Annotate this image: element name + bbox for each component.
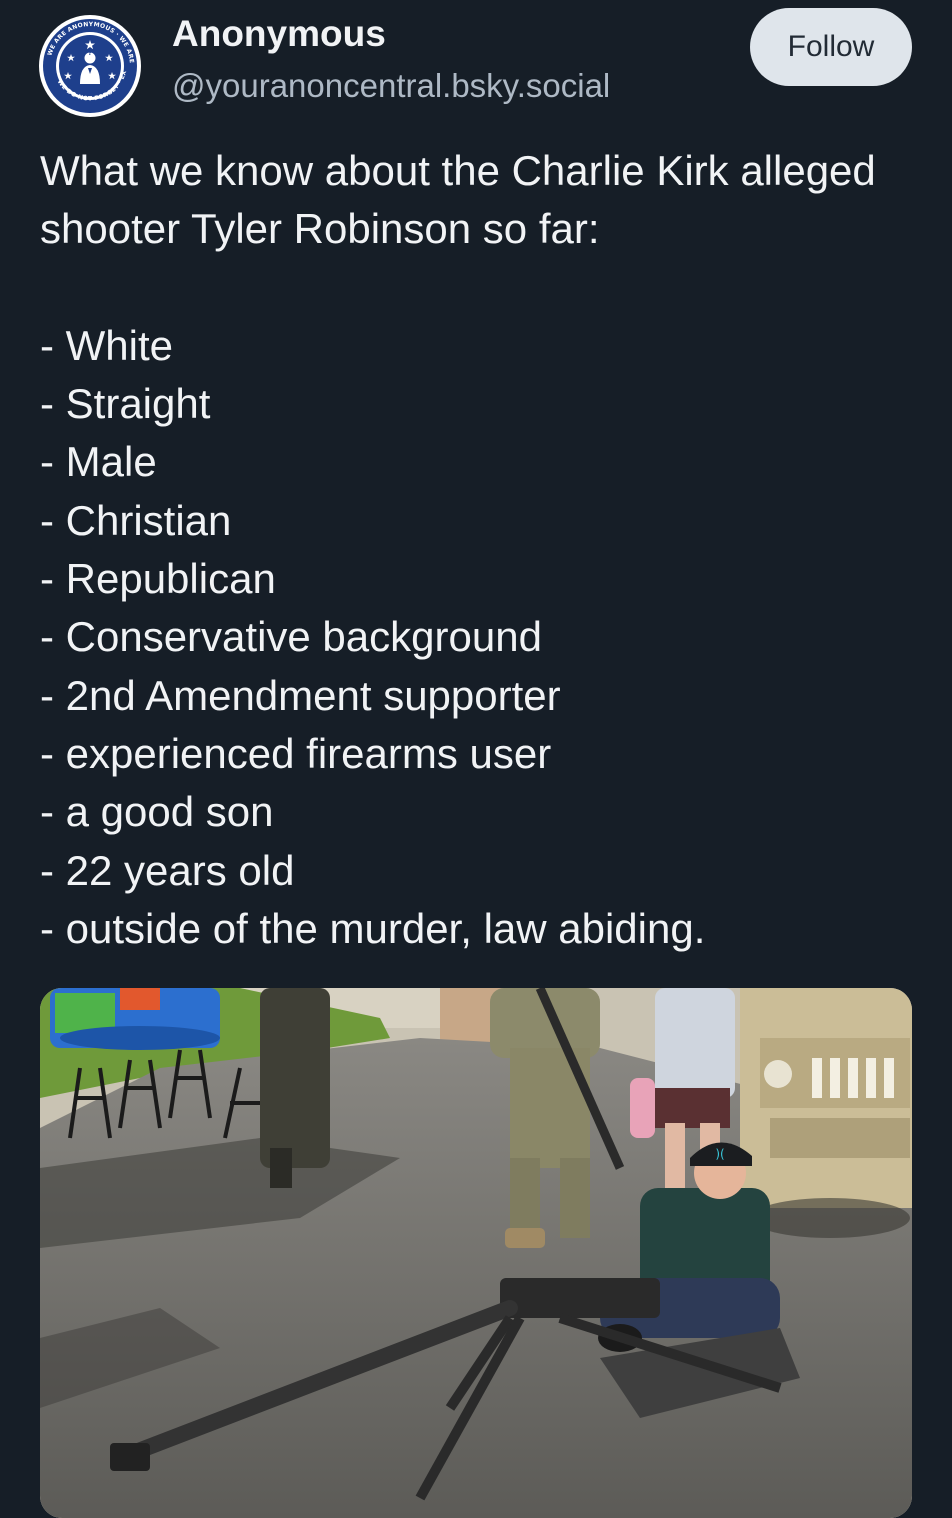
- list-item: - Straight: [40, 380, 211, 428]
- author-display-name[interactable]: Anonymous: [172, 10, 610, 58]
- list-item: - White: [40, 321, 174, 369]
- post-image[interactable]: )(: [40, 988, 912, 1518]
- list-item: - experienced firearms user: [40, 729, 552, 777]
- list-item: - Conservative background: [40, 613, 542, 661]
- avatar[interactable]: WE ARE ANONYMOUS · WE ARE LEGION · WE DO…: [38, 14, 142, 118]
- author-info[interactable]: Anonymous @youranoncentral.bsky.social: [172, 10, 610, 108]
- post-bullet-list: - White - Straight - Male - Christian - …: [40, 317, 920, 958]
- list-item: - Male: [40, 438, 157, 486]
- list-item: - a good son: [40, 788, 274, 836]
- list-item: - Christian: [40, 496, 232, 544]
- anonymous-seal-icon: WE ARE ANONYMOUS · WE ARE LEGION · WE DO…: [38, 14, 141, 117]
- post-photo-illustration: )(: [40, 988, 912, 1518]
- list-item: - 2nd Amendment supporter: [40, 671, 561, 719]
- paragraph-break: [40, 259, 920, 317]
- list-item: - outside of the murder, law abiding.: [40, 904, 706, 952]
- list-item: - 22 years old: [40, 846, 295, 894]
- svg-text:?: ?: [88, 50, 92, 57]
- list-item: - Republican: [40, 555, 276, 603]
- author-handle[interactable]: @youranoncentral.bsky.social: [172, 64, 610, 108]
- post-header: WE ARE ANONYMOUS · WE ARE LEGION · WE DO…: [0, 0, 952, 120]
- post-intro: What we know about the Charlie Kirk alle…: [40, 147, 876, 253]
- post-text: What we know about the Charlie Kirk alle…: [40, 142, 920, 958]
- hurley-logo-icon: )(: [715, 1147, 724, 1161]
- follow-button[interactable]: Follow: [750, 8, 912, 86]
